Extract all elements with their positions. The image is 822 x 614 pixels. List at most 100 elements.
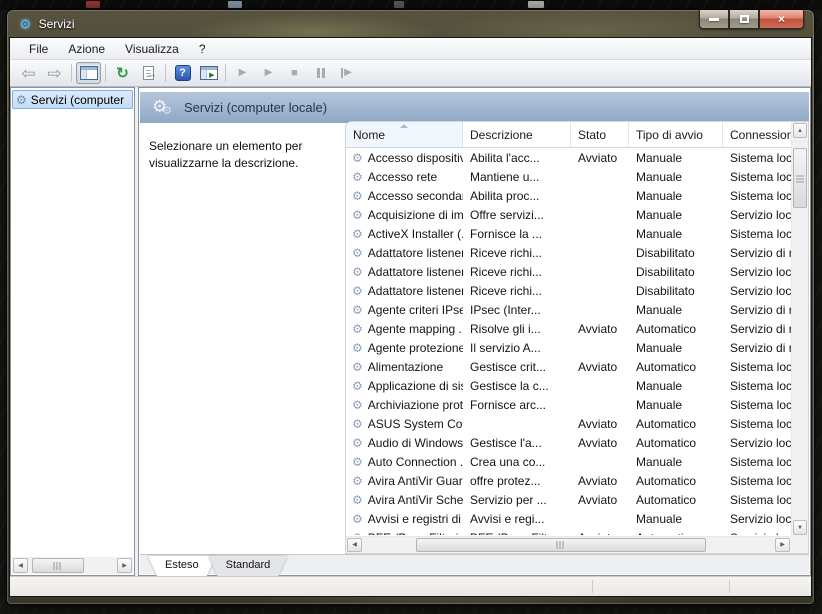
table-row[interactable]: ⚙Auto Connection ...Crea una co...Manual… xyxy=(346,452,791,471)
table-cell: Manuale xyxy=(629,208,723,222)
table-row[interactable]: ⚙Avira AntiVir Sche...Servizio per ...Av… xyxy=(346,490,791,509)
tab-esteso[interactable]: Esteso xyxy=(148,556,216,576)
service-name-cell: ⚙Alimentazione xyxy=(346,360,463,374)
table-row[interactable]: ⚙Adattatore listener...Riceve richi...Di… xyxy=(346,281,791,300)
back-button[interactable]: ⇦ xyxy=(16,62,41,84)
table-row[interactable]: ⚙Agente mapping ...Risolve gli i...Avvia… xyxy=(346,319,791,338)
service-name-cell: ⚙Accesso rete xyxy=(346,170,463,184)
help-button[interactable]: ? xyxy=(170,62,195,84)
table-row[interactable]: ⚙Applicazione di sis...Gestisce la c...M… xyxy=(346,376,791,395)
service-name-cell: ⚙Adattatore listener... xyxy=(346,265,463,279)
scroll-down-button[interactable]: ▼ xyxy=(793,520,807,535)
table-cell: Il servizio A... xyxy=(463,341,571,355)
table-cell: Servizio di rete xyxy=(723,246,791,260)
column-header-nome[interactable]: Nome xyxy=(346,122,463,147)
table-cell: Automatico xyxy=(629,417,723,431)
table-row[interactable]: ⚙Audio di WindowsGestisce l'a...AvviatoA… xyxy=(346,433,791,452)
status-pane-divider xyxy=(729,580,730,593)
export-list-button[interactable]: → xyxy=(136,62,161,84)
table-row[interactable]: ⚙Acquisizione di im...Offre servizi...Ma… xyxy=(346,205,791,224)
service-name-cell: ⚙Audio di Windows xyxy=(346,436,463,450)
table-cell: offre protez... xyxy=(463,474,571,488)
tree-item-servizi[interactable]: ⚙ Servizi (computer xyxy=(12,90,133,109)
table-cell: Servizio locale xyxy=(723,284,791,298)
table-row[interactable]: ⚙ActiveX Installer (...Fornisce la ...Ma… xyxy=(346,224,791,243)
table-row[interactable]: ⚙ASUS System Con...AvviatoAutomaticoSist… xyxy=(346,414,791,433)
table-cell: Manuale xyxy=(629,170,723,184)
scroll-left-button[interactable]: ◀ xyxy=(347,538,362,552)
pause-service-button[interactable] xyxy=(308,62,333,84)
scroll-up-button[interactable]: ▲ xyxy=(793,123,807,138)
service-name-cell: ⚙Auto Connection ... xyxy=(346,455,463,469)
table-cell: Servizio di rete xyxy=(723,303,791,317)
column-header-stato[interactable]: Stato xyxy=(571,122,629,147)
background-window-fragment xyxy=(528,1,544,8)
title-bar[interactable]: ⚙ Servizi × xyxy=(7,10,814,38)
refresh-icon: ↻ xyxy=(116,66,129,81)
show-action-pane-button[interactable]: ▶ xyxy=(196,62,221,84)
start-service-button[interactable]: ▶ xyxy=(230,62,255,84)
menu-help[interactable]: ? xyxy=(189,40,216,58)
scrollbar-thumb[interactable] xyxy=(416,538,706,552)
table-cell: Avviato xyxy=(571,360,629,374)
scroll-right-button[interactable]: ▶ xyxy=(117,558,132,573)
table-row[interactable]: ⚙AlimentazioneGestisce crit...AvviatoAut… xyxy=(346,357,791,376)
menu-visualizza[interactable]: Visualizza xyxy=(115,40,189,58)
refresh-button[interactable]: ↻ xyxy=(110,62,135,84)
resume-service-button[interactable]: ▶ xyxy=(256,62,281,84)
tab-standard[interactable]: Standard xyxy=(209,556,288,576)
table-cell: Crea una co... xyxy=(463,455,571,469)
table-row[interactable]: ⚙Agente criteri IPsecIPsec (Inter...Manu… xyxy=(346,300,791,319)
service-name-cell: ⚙Adattatore listener... xyxy=(346,284,463,298)
service-name-cell: ⚙Avira AntiVir Sche... xyxy=(346,493,463,507)
table-row[interactable]: ⚙Adattatore listener...Riceve richi...Di… xyxy=(346,262,791,281)
column-header-tipo-di-avvio[interactable]: Tipo di avvio xyxy=(629,122,723,147)
table-cell: Manuale xyxy=(629,341,723,355)
table-cell: Riceve richi... xyxy=(463,246,571,260)
table-horizontal-scrollbar[interactable]: ◀ ▶ xyxy=(346,536,791,553)
service-gear-icon: ⚙ xyxy=(352,304,363,316)
resume-service-icon: ▶ xyxy=(265,68,273,78)
table-cell: Automatico xyxy=(629,436,723,450)
service-name-cell: ⚙Avira AntiVir Guard xyxy=(346,474,463,488)
table-vertical-scrollbar[interactable]: ▲ ▼ xyxy=(791,122,808,536)
table-row[interactable]: ⚙BFE (Base Filtering...BFE (Base Filt...… xyxy=(346,528,791,535)
scroll-left-button[interactable]: ◀ xyxy=(13,558,28,573)
close-button[interactable]: × xyxy=(759,10,804,29)
scrollbar-thumb[interactable] xyxy=(32,558,84,573)
stop-service-icon: ■ xyxy=(291,68,298,79)
table-cell: Manuale xyxy=(629,151,723,165)
forward-button[interactable]: ⇨ xyxy=(42,62,67,84)
start-service-icon: ▶ xyxy=(239,68,247,78)
scrollbar-thumb[interactable] xyxy=(793,148,807,208)
toolbar: ⇦ ⇨ ↻ → ? ▶ ▶ ▶ ■ xyxy=(10,60,811,87)
table-row[interactable]: ⚙Accesso dispositiv...Abilita l'acc...Av… xyxy=(346,148,791,167)
maximize-button[interactable] xyxy=(729,10,759,29)
table-row[interactable]: ⚙Accesso secondarioAbilita proc...Manual… xyxy=(346,186,791,205)
table-row[interactable]: ⚙Agente protezione...Il servizio A...Man… xyxy=(346,338,791,357)
service-gear-icon: ⚙ xyxy=(352,228,363,240)
menu-file[interactable]: File xyxy=(19,40,58,58)
scroll-right-button[interactable]: ▶ xyxy=(775,538,790,552)
table-cell: Automatico xyxy=(629,360,723,374)
menu-azione[interactable]: Azione xyxy=(58,40,115,58)
restart-service-button[interactable]: ▶ xyxy=(334,62,359,84)
table-row[interactable]: ⚙Adattatore listener...Riceve richi...Di… xyxy=(346,243,791,262)
show-console-tree-button[interactable] xyxy=(76,62,101,84)
column-header-descrizione[interactable]: Descrizione xyxy=(463,122,571,147)
service-name-cell: ⚙ASUS System Con... xyxy=(346,417,463,431)
table-row[interactable]: ⚙Archiviazione prot...Fornisce arc...Man… xyxy=(346,395,791,414)
service-name-cell: ⚙Archiviazione prot... xyxy=(346,398,463,412)
tree-horizontal-scrollbar[interactable]: ◀ ▶ xyxy=(12,557,133,574)
table-cell: Riceve richi... xyxy=(463,265,571,279)
table-row[interactable]: ⚙Accesso reteMantiene u...ManualeSistema… xyxy=(346,167,791,186)
services-gear-icon: ⚙ xyxy=(16,94,27,106)
service-name-cell: ⚙Acquisizione di im... xyxy=(346,208,463,222)
stop-service-button[interactable]: ■ xyxy=(282,62,307,84)
column-header-connessione[interactable]: Connessione xyxy=(723,122,791,147)
result-pane: ⚙⚙ Servizi (computer locale) Selezionare… xyxy=(138,87,811,576)
toolbar-separator xyxy=(71,64,72,82)
table-row[interactable]: ⚙Avira AntiVir Guardoffre protez...Avvia… xyxy=(346,471,791,490)
minimize-button[interactable] xyxy=(699,10,729,29)
table-row[interactable]: ⚙Avvisi e registri di ...Avvisi e regi..… xyxy=(346,509,791,528)
